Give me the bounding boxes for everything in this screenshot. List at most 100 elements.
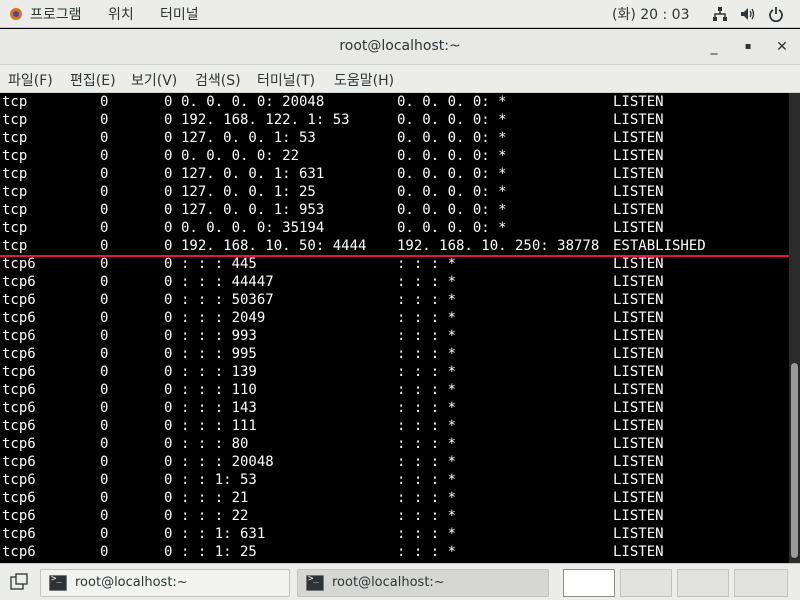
terminal-line: tcp 0 0 127. 0. 0. 1: 53 0. 0. 0. 0: * LISTEN [0,129,789,147]
workspace-2[interactable] [620,569,672,597]
close-button[interactable]: ✕ [772,37,792,57]
applications-icon[interactable] [8,6,24,22]
minimize-button[interactable]: _ [704,37,724,57]
col-foreign-address: : : : * [397,256,457,272]
col-send-q: 0 [164,148,173,164]
col-foreign-address: 0. 0. 0. 0: * [397,202,507,218]
col-state: LISTEN [613,256,664,272]
col-send-q: 0 [164,382,173,398]
col-state: ESTABLISHED [613,238,706,254]
menu-terminal[interactable]: 터미널(T) [257,70,315,90]
terminal-scrollbar[interactable] [789,93,800,563]
col-foreign-address: 192. 168. 10. 250: 38778 [397,238,600,254]
taskbar-item-terminal-1[interactable]: root@localhost:~ [40,569,290,597]
col-state: LISTEN [613,490,664,506]
col-recv-q: 0 [100,508,109,524]
col-send-q: 0 [164,112,173,128]
menu-view[interactable]: 보기(V) [131,70,177,90]
scrollbar-thumb[interactable] [791,363,798,558]
col-state: LISTEN [613,382,664,398]
col-foreign-address: : : : * [397,436,457,452]
col-send-q: 0 [164,166,173,182]
col-state: LISTEN [613,184,664,200]
col-state: LISTEN [613,310,664,326]
col-proto: tcp [2,238,28,254]
col-state: LISTEN [613,166,664,182]
col-send-q: 0 [164,508,173,524]
workspace-4[interactable] [734,569,788,597]
workspace-1[interactable] [563,569,615,597]
col-send-q: 0 [164,310,173,326]
col-proto: tcp6 [2,472,36,488]
col-foreign-address: 0. 0. 0. 0: * [397,166,507,182]
col-state: LISTEN [613,346,664,362]
terminal-line: tcp 0 0 192. 168. 122. 1: 53 0. 0. 0. 0: * LI… [0,111,789,129]
col-send-q: 0 [164,346,173,362]
col-state: LISTEN [613,436,664,452]
terminal-line: tcp6 0 0: : : 2049: : : * LISTEN [0,309,789,327]
col-send-q: 0 [164,274,173,290]
col-recv-q: 0 [100,328,109,344]
menu-search[interactable]: 검색(S) [195,70,241,90]
col-proto: tcp [2,130,28,146]
volume-icon[interactable] [740,6,756,22]
col-proto: tcp [2,202,28,218]
network-icon[interactable] [712,6,728,22]
col-state: LISTEN [613,148,664,164]
terminal-line: tcp 0 0 0. 0. 0. 0: 35194 0. 0. 0. 0: * LISTE… [0,219,789,237]
col-state: LISTEN [613,94,664,110]
col-foreign-address: : : : * [397,400,457,416]
menu-places[interactable]: 위치 [108,4,134,24]
col-local-address: : : 1: 25 [181,544,257,560]
col-send-q: 0 [164,544,173,560]
col-recv-q: 0 [100,310,109,326]
col-state: LISTEN [613,274,664,290]
terminal-line: tcp6 0 0: : : 139: : : * LISTEN [0,363,789,381]
col-local-address: : : : 143 [181,400,257,416]
col-send-q: 0 [164,472,173,488]
terminal-line: tcp6 0 0: : 1: 53: : : * LISTEN [0,471,789,489]
col-recv-q: 0 [100,418,109,434]
menu-edit[interactable]: 편집(E) [70,70,116,90]
terminal-line: tcp6 0 0: : : 80: : : * LISTEN [0,435,789,453]
terminal-line: tcp6 0 0: : : 111: : : * LISTEN [0,417,789,435]
taskbar-item-terminal-2[interactable]: root@localhost:~ [297,569,549,597]
terminal-line: tcp6 0 0: : 1: 25: : : * LISTEN [0,543,789,561]
col-local-address: : : : 80 [181,436,249,452]
col-recv-q: 0 [100,436,109,452]
taskbar-item-label: root@localhost:~ [75,575,188,590]
window-titlebar[interactable]: root@localhost:~ _ ▪ ✕ [0,29,800,65]
col-send-q: 0 [164,256,173,272]
col-local-address: : : : 110 [181,382,257,398]
col-proto: tcp [2,112,28,128]
col-state: LISTEN [613,526,664,542]
terminal-line: tcp6 0 0: : : 143: : : * LISTEN [0,399,789,417]
col-local-address: 192. 168. 10. 50: 4444 [181,238,367,254]
col-state: LISTEN [613,472,664,488]
col-proto: tcp6 [2,328,36,344]
col-proto: tcp6 [2,400,36,416]
col-state: LISTEN [613,112,664,128]
col-recv-q: 0 [100,454,109,470]
maximize-button[interactable]: ▪ [738,37,758,57]
workspace-3[interactable] [677,569,729,597]
col-recv-q: 0 [100,184,109,200]
terminal-line: tcp6 0 0: : : 445: : : * LISTEN [0,255,789,273]
col-send-q: 0 [164,220,173,236]
gnome-top-bar: 프로그램 위치 터미널 (화) 20 : 03 [0,0,800,28]
power-icon[interactable] [768,6,784,22]
col-foreign-address: : : : * [397,508,457,524]
terminal-output[interactable]: tcp 0 0 0. 0. 0. 0: 20048 0. 0. 0. 0: * LISTE… [0,93,789,563]
menu-applications[interactable]: 프로그램 [30,4,82,24]
col-proto: tcp6 [2,454,36,470]
menu-help[interactable]: 도움말(H) [334,70,394,90]
col-foreign-address: 0. 0. 0. 0: * [397,220,507,236]
clock[interactable]: (화) 20 : 03 [612,4,690,24]
menu-terminal-app[interactable]: 터미널 [160,4,199,24]
taskbar-item-label: root@localhost:~ [332,575,445,590]
col-send-q: 0 [164,202,173,218]
terminal-line: tcp 0 0 0. 0. 0. 0: 20048 0. 0. 0. 0: * LISTE… [0,93,789,111]
col-local-address: 192. 168. 122. 1: 53 [181,112,350,128]
menu-file[interactable]: 파일(F) [8,70,53,90]
show-desktop-icon[interactable] [10,573,28,591]
